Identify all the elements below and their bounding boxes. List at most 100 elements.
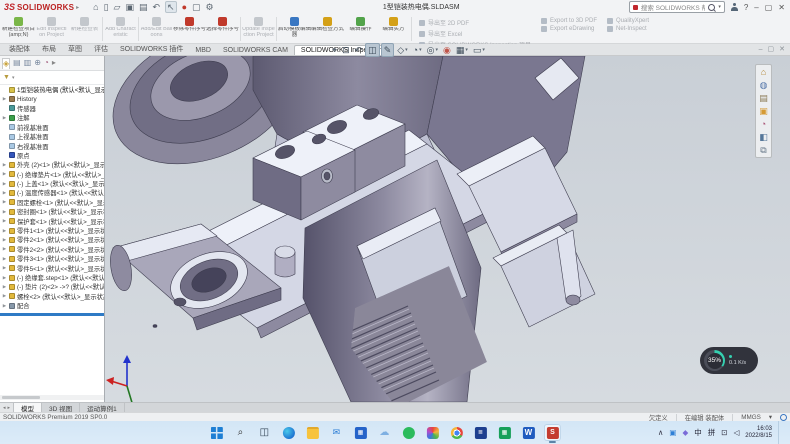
panel-horizontal-scrollbar[interactable] [0,395,104,400]
tab-SOLIDWORKS 插件[interactable]: SOLIDWORKS 插件 [114,43,189,55]
settings-gear-icon[interactable]: ⚙ [206,2,214,12]
scrollbar-thumb[interactable] [2,396,40,399]
home-icon[interactable]: ⌂ [93,2,98,12]
expand-arrow-icon[interactable]: ▶ [2,199,7,205]
tree-item[interactable]: 前视基准面 [0,123,104,132]
zoom-area-icon[interactable]: ⊡ [340,44,352,56]
menu-flyout-icon[interactable]: ▸ [76,4,79,11]
close-button[interactable]: ✕ [778,3,785,12]
featuremanager-tab-icon[interactable]: ◈ [2,58,10,69]
mail-icon[interactable]: ✉ [328,424,345,441]
ribbon-button[interactable]: 编辑检查方式 [311,15,344,43]
graphics-area[interactable]: ⌂◍▤▣◔◧⧉ 35% 0.1 K/s [105,56,790,402]
open-file-icon[interactable]: ▱ [114,2,121,12]
tab-布局[interactable]: 布局 [36,43,62,55]
doc-close-button[interactable]: ✕ [779,45,785,53]
file-explorer-icon[interactable]: ▣ [759,106,768,116]
undo-icon[interactable]: ↶ [152,2,160,12]
ribbon-button[interactable]: 新建检查项目 (amp;N) [2,15,35,43]
start-button[interactable] [208,424,225,441]
app-navy-icon[interactable]: ≣ [472,424,489,441]
rebuild-icon[interactable]: ● [182,2,187,12]
caret-down-icon[interactable]: ▾ [419,45,422,55]
edge-icon[interactable] [280,424,297,441]
app-teal-icon[interactable]: ▦ [496,424,513,441]
expand-arrow-icon[interactable]: ▶ [2,218,7,224]
expand-arrow-icon[interactable]: ▶ [2,96,7,102]
annotation-view-icon[interactable]: ✎ [381,43,395,57]
tab-MBD[interactable]: MBD [189,46,217,55]
photos-icon[interactable] [424,424,441,441]
select-icon[interactable]: ↖ [165,1,177,13]
tray-chevron-icon[interactable]: ∧ [658,428,664,437]
doc-tab-nav[interactable]: ◂▸ [0,403,14,412]
tree-item[interactable]: ▶零件5<1> (默认<<默认>_显示状态 [0,263,104,272]
ime-language[interactable]: 中 [694,427,702,438]
view-palette-icon[interactable]: ◔ [761,119,766,129]
help-button[interactable]: ? [744,3,748,12]
filter-caret-icon[interactable]: ▾ [12,75,15,81]
caret-down-icon[interactable]: ▾ [482,45,485,55]
new-file-icon[interactable]: ▯ [104,2,109,12]
search-caret-icon[interactable]: ▾ [718,4,721,10]
tab-草图[interactable]: 草图 [62,43,88,55]
tree-filter[interactable]: ▼ ▾ [0,71,104,85]
display-style-icon[interactable]: ◔▾ [411,44,424,56]
tree-item[interactable]: ▶零件2<2> (默认<<默认>_显示状态 [0,245,104,254]
ribbon-button[interactable]: 编辑实方 [377,15,410,43]
expand-arrow-icon[interactable]: ▶ [2,190,7,196]
doc-tab-1[interactable]: 模型 [14,403,42,412]
zoom-fit-icon[interactable]: ⌖ [330,44,339,56]
tray-app-icon[interactable]: ▣ [669,428,676,437]
doc-tab-nav-arrow[interactable]: ▸ [8,405,11,411]
tree-item[interactable]: 右视基准面 [0,141,104,150]
store-icon[interactable]: ▦ [352,424,369,441]
tab-SOLIDWORKS CAM[interactable]: SOLIDWORKS CAM [217,46,294,55]
minimize-button[interactable]: – [754,3,758,12]
doc-minimize-button[interactable]: – [759,46,763,53]
tree-item[interactable]: ▶(-) 绝缘垫片<1> (默认<<默认>_显 [0,170,104,179]
expand-arrow-icon[interactable]: ▶ [2,303,7,309]
chrome-icon[interactable] [448,424,465,441]
restore-button[interactable]: ▢ [765,3,773,12]
expand-arrow-icon[interactable]: ▶ [2,284,7,290]
tree-item[interactable]: ▶外壳 (2)<1> (默认<<默认>_显示状 [0,160,104,169]
custom-properties-icon[interactable]: ⧉ [760,145,766,155]
expand-arrow-icon[interactable]: ▶ [2,115,7,121]
tree-item[interactable]: ▶保护套<1> (默认<<默认>_显示状 [0,216,104,225]
tree-item[interactable]: ▶(-) 垫片 (2)<2> ->? (默认<<默认 [0,282,104,291]
units-caret-icon[interactable]: ▾ [769,414,772,421]
solidworks-app-icon[interactable]: S [544,424,561,441]
expand-arrow-icon[interactable]: ▶ [2,275,7,281]
ime-mode[interactable]: 拼 [708,427,716,438]
doc-restore-button[interactable]: ▢ [768,45,775,53]
search-icon[interactable] [708,4,715,11]
tree-item[interactable]: ▶注解 [0,113,104,122]
ribbon-button[interactable]: 编辑操作 [344,15,377,43]
design-library-icon[interactable]: ▤ [759,93,768,103]
defender-icon[interactable]: ◆ [682,428,688,437]
expand-arrow-icon[interactable]: ▶ [2,181,7,187]
section-view-icon[interactable]: ◫ [365,43,380,57]
expand-arrow-icon[interactable]: ▶ [2,246,7,252]
resources-icon[interactable]: ◍ [760,80,768,90]
expand-arrow-icon[interactable]: ▶ [2,265,7,271]
app-green-icon[interactable] [400,424,417,441]
tree-item[interactable]: ▶(-) 绝缘套.step<1> (默认<<默认> [0,273,104,282]
tree-item[interactable]: 上视基准面 [0,132,104,141]
expand-arrow-icon[interactable]: ▶ [2,293,7,299]
tree-item[interactable]: ▶密封圈<1> (默认<<默认>_显示状 [0,207,104,216]
displaymanager-tab-icon[interactable]: ◔ [44,58,49,68]
task-view-button[interactable]: ◫ [256,424,273,441]
tab-评估[interactable]: 评估 [88,43,114,55]
ribbon-button[interactable]: 选择零件序号 [206,15,239,43]
save-icon[interactable]: ▣ [125,2,134,12]
tree-item[interactable]: ▶零件3<1> (默认<<默认>_显示状态 [0,254,104,263]
tree-root[interactable]: 1型铠装热电偶 (默认<默认_显示状态-1> [0,85,104,94]
volume-icon[interactable]: ◁ [734,428,740,437]
expand-arrow-icon[interactable]: ▶ [2,209,7,215]
tab-装配体[interactable]: 装配体 [3,43,36,55]
search-button[interactable]: ⌕ [232,424,249,441]
print-icon[interactable]: ▤ [139,2,148,12]
edit-appearance-icon[interactable]: ◉ [441,44,453,56]
